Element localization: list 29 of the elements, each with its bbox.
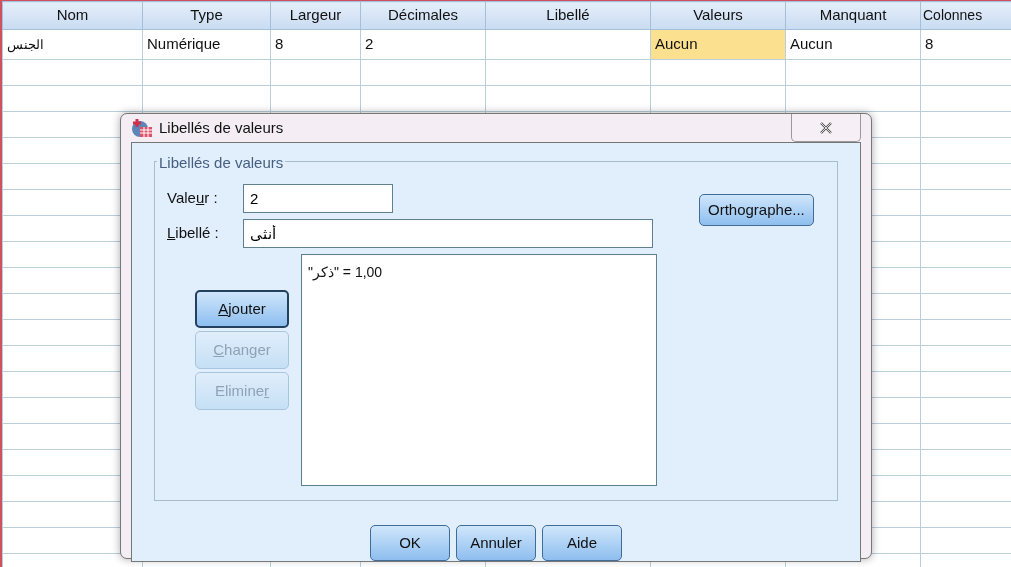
column-header[interactable]: Type [142,1,271,30]
column-header[interactable]: Colonnes [920,1,1011,30]
value-field[interactable]: 2 [243,184,393,213]
table-cell-text: Aucun [790,34,834,55]
close-icon [819,121,833,134]
spelling-button[interactable]: Orthographe... [699,194,814,226]
column-header[interactable]: Valeurs [650,1,786,30]
table-cell-text: 8 [275,34,285,55]
field-label: Valeur : [167,188,219,209]
column-header[interactable]: Manquant [785,1,921,30]
table-cell-text: Numérique [147,34,222,55]
column-header[interactable]: Décimales [360,1,486,30]
column-header[interactable]: Largeur [270,1,361,30]
table-icon [131,118,153,138]
dialog-button[interactable]: Annuler [456,525,536,561]
close-button[interactable] [791,114,861,142]
dialog-button[interactable]: OK [370,525,450,561]
value-label-list[interactable]: 1,00 = "ذكر" [301,254,657,486]
table-cell-text: 8 [925,34,935,55]
list-item[interactable]: 1,00 = "ذكر" [308,262,383,283]
column-header[interactable]: Nom [2,1,143,30]
dialog-button[interactable]: Aide [542,525,622,561]
table-cell-text: 2 [365,34,375,55]
column-header[interactable]: Libellé [485,1,651,30]
table-cell-text: Aucun [655,34,699,55]
action-button[interactable]: Ajouter [195,290,289,328]
field-label: Libellé : [167,223,220,244]
window-title: Libellés de valeurs [159,117,284,138]
table-cell-text: الجنس [7,35,45,55]
